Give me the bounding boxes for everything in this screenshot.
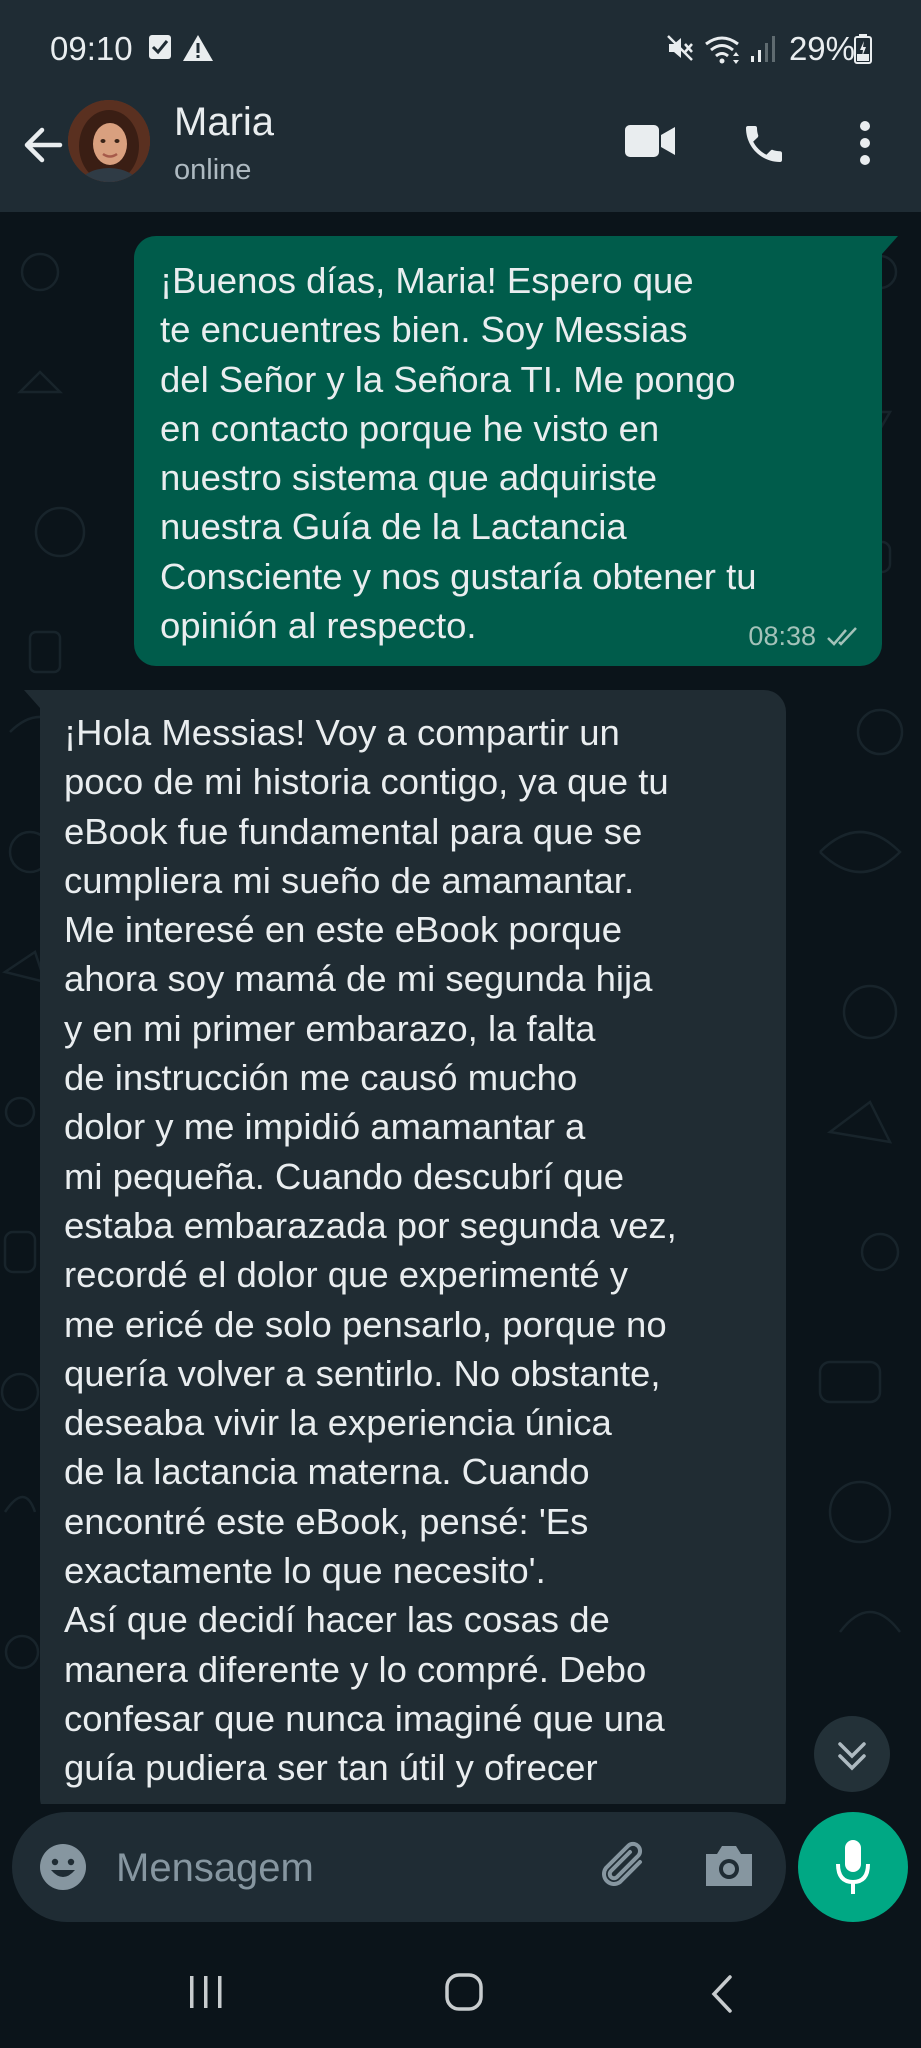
video-call-icon[interactable] [624,124,676,158]
voice-message-button[interactable] [798,1812,908,1922]
outgoing-message-bubble[interactable]: ¡Buenos días, Maria! Espero que te encue… [134,236,882,666]
outgoing-bubble-tail [882,236,898,254]
more-options-icon[interactable] [858,120,872,166]
double-chevron-down-icon [838,1742,866,1771]
emoji-icon[interactable] [38,1842,88,1892]
home-icon[interactable] [444,1972,484,2012]
back-arrow-icon[interactable] [18,120,68,170]
battery-icon [854,34,872,64]
attachment-icon[interactable] [596,1838,650,1894]
message-input[interactable]: Mensagem [116,1846,314,1891]
incoming-bubble-tail [24,690,40,708]
contact-name[interactable]: Maria [174,100,274,145]
chat-header: Maria online [0,100,921,212]
chat-area[interactable]: ¡Buenos días, Maria! Espero que te encue… [0,212,921,1804]
battery-percent: 29% [788,30,855,67]
message-notification-icon [149,35,171,59]
contact-presence: online [174,154,252,186]
recent-apps-icon[interactable] [186,1974,226,2010]
incoming-message-bubble[interactable]: ¡Hola Messias! Voy a compartir un poco d… [40,690,786,1804]
message-time: 08:38 [748,621,816,651]
outgoing-message-text: ¡Buenos días, Maria! Espero que te encue… [160,260,757,647]
signal-icon [751,36,775,62]
clock: 09:10 [50,30,133,67]
back-nav-icon[interactable] [708,1974,736,2014]
voice-call-icon[interactable] [740,120,788,168]
warning-icon [183,35,213,61]
read-receipt-icon [827,626,857,646]
contact-avatar[interactable] [68,100,150,182]
wifi-icon [705,36,739,64]
message-meta: 08:38 [748,621,862,652]
status-bar: 09:10 29% [0,0,921,100]
system-navigation-bar [0,1934,921,2048]
microphone-icon [836,1840,870,1894]
camera-icon[interactable] [702,1842,756,1890]
scroll-to-bottom-button[interactable] [814,1716,890,1792]
mute-icon [667,35,693,61]
message-composer[interactable]: Mensagem [12,1812,786,1922]
incoming-message-text: ¡Hola Messias! Voy a compartir un poco d… [64,712,677,1789]
